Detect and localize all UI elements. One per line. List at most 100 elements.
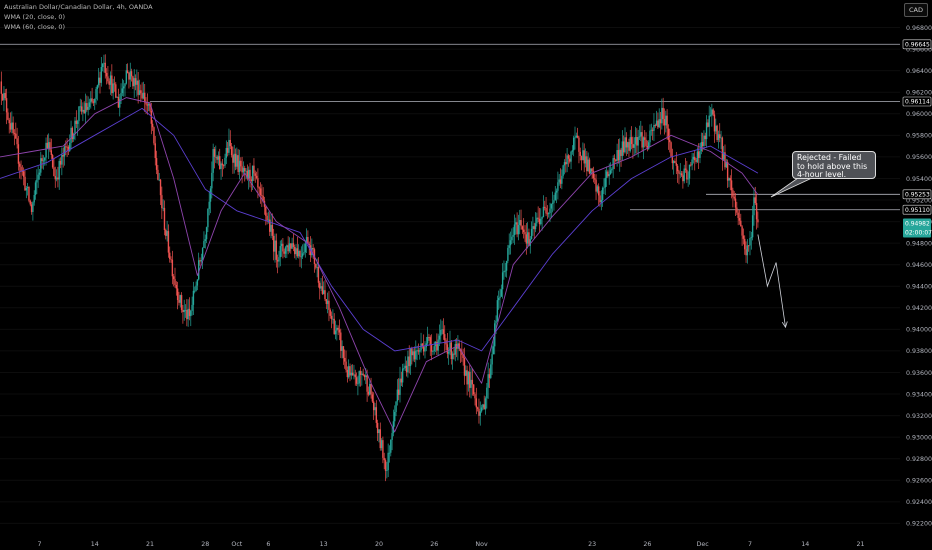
candle-body <box>105 72 108 77</box>
time-tick-label: 14 <box>91 541 99 548</box>
candle-body <box>322 290 325 294</box>
candle-body <box>178 300 180 303</box>
candle-body <box>147 103 150 106</box>
wma-60-legend[interactable]: WMA (60, close, 0) <box>4 22 153 32</box>
candle-body <box>111 75 113 94</box>
candle-body <box>62 154 64 157</box>
price-axis[interactable]: 0.968000.966000.964000.962000.960000.958… <box>900 0 932 550</box>
candle-body <box>590 168 592 174</box>
candle-body <box>409 348 412 367</box>
candle-body <box>499 296 501 299</box>
candle-body <box>55 177 58 180</box>
candle-body <box>54 176 56 180</box>
candle-body <box>587 159 589 172</box>
candle-body <box>576 135 579 138</box>
candle-body <box>682 175 684 182</box>
candle-body <box>140 90 142 94</box>
candle-body <box>634 136 637 145</box>
candle-body <box>350 372 353 376</box>
candle-body <box>75 120 78 124</box>
candle-body <box>511 236 513 241</box>
candle-body <box>250 179 253 181</box>
candle-body <box>519 220 521 226</box>
candle-body <box>163 207 166 230</box>
candle-body <box>121 88 124 93</box>
candle-body <box>199 260 201 262</box>
wma-20-legend[interactable]: WMA (20, close, 0) <box>4 12 153 22</box>
candle-body <box>386 470 388 471</box>
candle-body <box>34 182 37 195</box>
candle-body <box>157 169 159 180</box>
candle-body <box>595 179 597 192</box>
candle-body <box>261 195 263 196</box>
chart-title[interactable]: Australian Dollar/Canadian Dollar, 4h, O… <box>4 2 153 12</box>
candle-body <box>612 158 614 169</box>
candle-body <box>287 245 289 252</box>
candle-body <box>437 339 439 351</box>
candle-body <box>490 364 492 378</box>
candle-body <box>175 284 178 289</box>
projection-line <box>757 234 786 328</box>
candle-body <box>336 327 338 331</box>
candle-body <box>419 350 421 352</box>
candle-body <box>382 440 384 458</box>
candle-body <box>209 188 212 202</box>
candle-body <box>692 156 695 160</box>
price-tick-label: 0.93000 <box>906 434 932 441</box>
candle-body <box>521 226 524 230</box>
candle-body <box>97 77 100 86</box>
candle-body <box>390 439 392 453</box>
candle-body <box>374 407 376 411</box>
candle-body <box>204 239 206 241</box>
candle-body <box>342 346 345 358</box>
candle-body <box>8 119 10 124</box>
price-tick-label: 0.93200 <box>906 413 932 420</box>
price-chart[interactable]: 0.968000.966000.964000.962000.960000.958… <box>0 0 932 550</box>
candle-body <box>640 132 642 137</box>
candle-body <box>346 369 349 378</box>
candle-body <box>472 384 475 395</box>
candle-body <box>320 286 322 289</box>
candle-body <box>454 344 456 355</box>
candle-body <box>79 106 81 108</box>
candle-body <box>599 195 601 203</box>
candle-body <box>161 195 163 209</box>
price-tick-label: 0.94400 <box>906 284 932 291</box>
candle-body <box>16 138 18 145</box>
candle-body <box>703 135 705 147</box>
candle-body <box>671 157 674 164</box>
candle-body <box>491 354 493 365</box>
time-tick-label: 28 <box>201 541 209 548</box>
candle-body <box>708 115 710 127</box>
candle-body <box>61 154 63 165</box>
candle-body <box>180 295 183 310</box>
candle-body <box>229 139 231 147</box>
candle-body <box>567 155 570 159</box>
annotation-callout[interactable]: Rejected - Failed to hold above this 4-h… <box>792 151 876 179</box>
candle-body <box>694 156 696 161</box>
time-axis[interactable]: 7 14 21 28 Oct 6 13 20 26 Nov 23 26 Dec 7 14 21 <box>37 541 864 548</box>
candle-body <box>407 356 409 373</box>
candle-body <box>58 161 60 180</box>
currency-badge[interactable]: CAD <box>904 3 928 17</box>
candle-body <box>501 272 504 290</box>
candle-body <box>116 97 118 98</box>
candle-body <box>679 173 681 175</box>
candle-body <box>654 125 656 126</box>
candle-body <box>130 71 133 77</box>
candle-body <box>137 80 139 95</box>
candle-body <box>183 309 185 313</box>
candle-body <box>757 219 759 223</box>
candle-body <box>1 93 4 101</box>
time-tick-label: 26 <box>643 541 651 548</box>
candle-body <box>13 133 16 134</box>
candle-body <box>167 231 170 253</box>
candle-body <box>363 375 366 378</box>
candle-body <box>688 164 691 179</box>
candle-body <box>230 146 233 156</box>
candle-body <box>108 81 110 85</box>
candle-body <box>619 149 621 161</box>
candle-body <box>113 83 116 85</box>
candle-body <box>584 156 587 164</box>
candle-body <box>557 182 559 191</box>
